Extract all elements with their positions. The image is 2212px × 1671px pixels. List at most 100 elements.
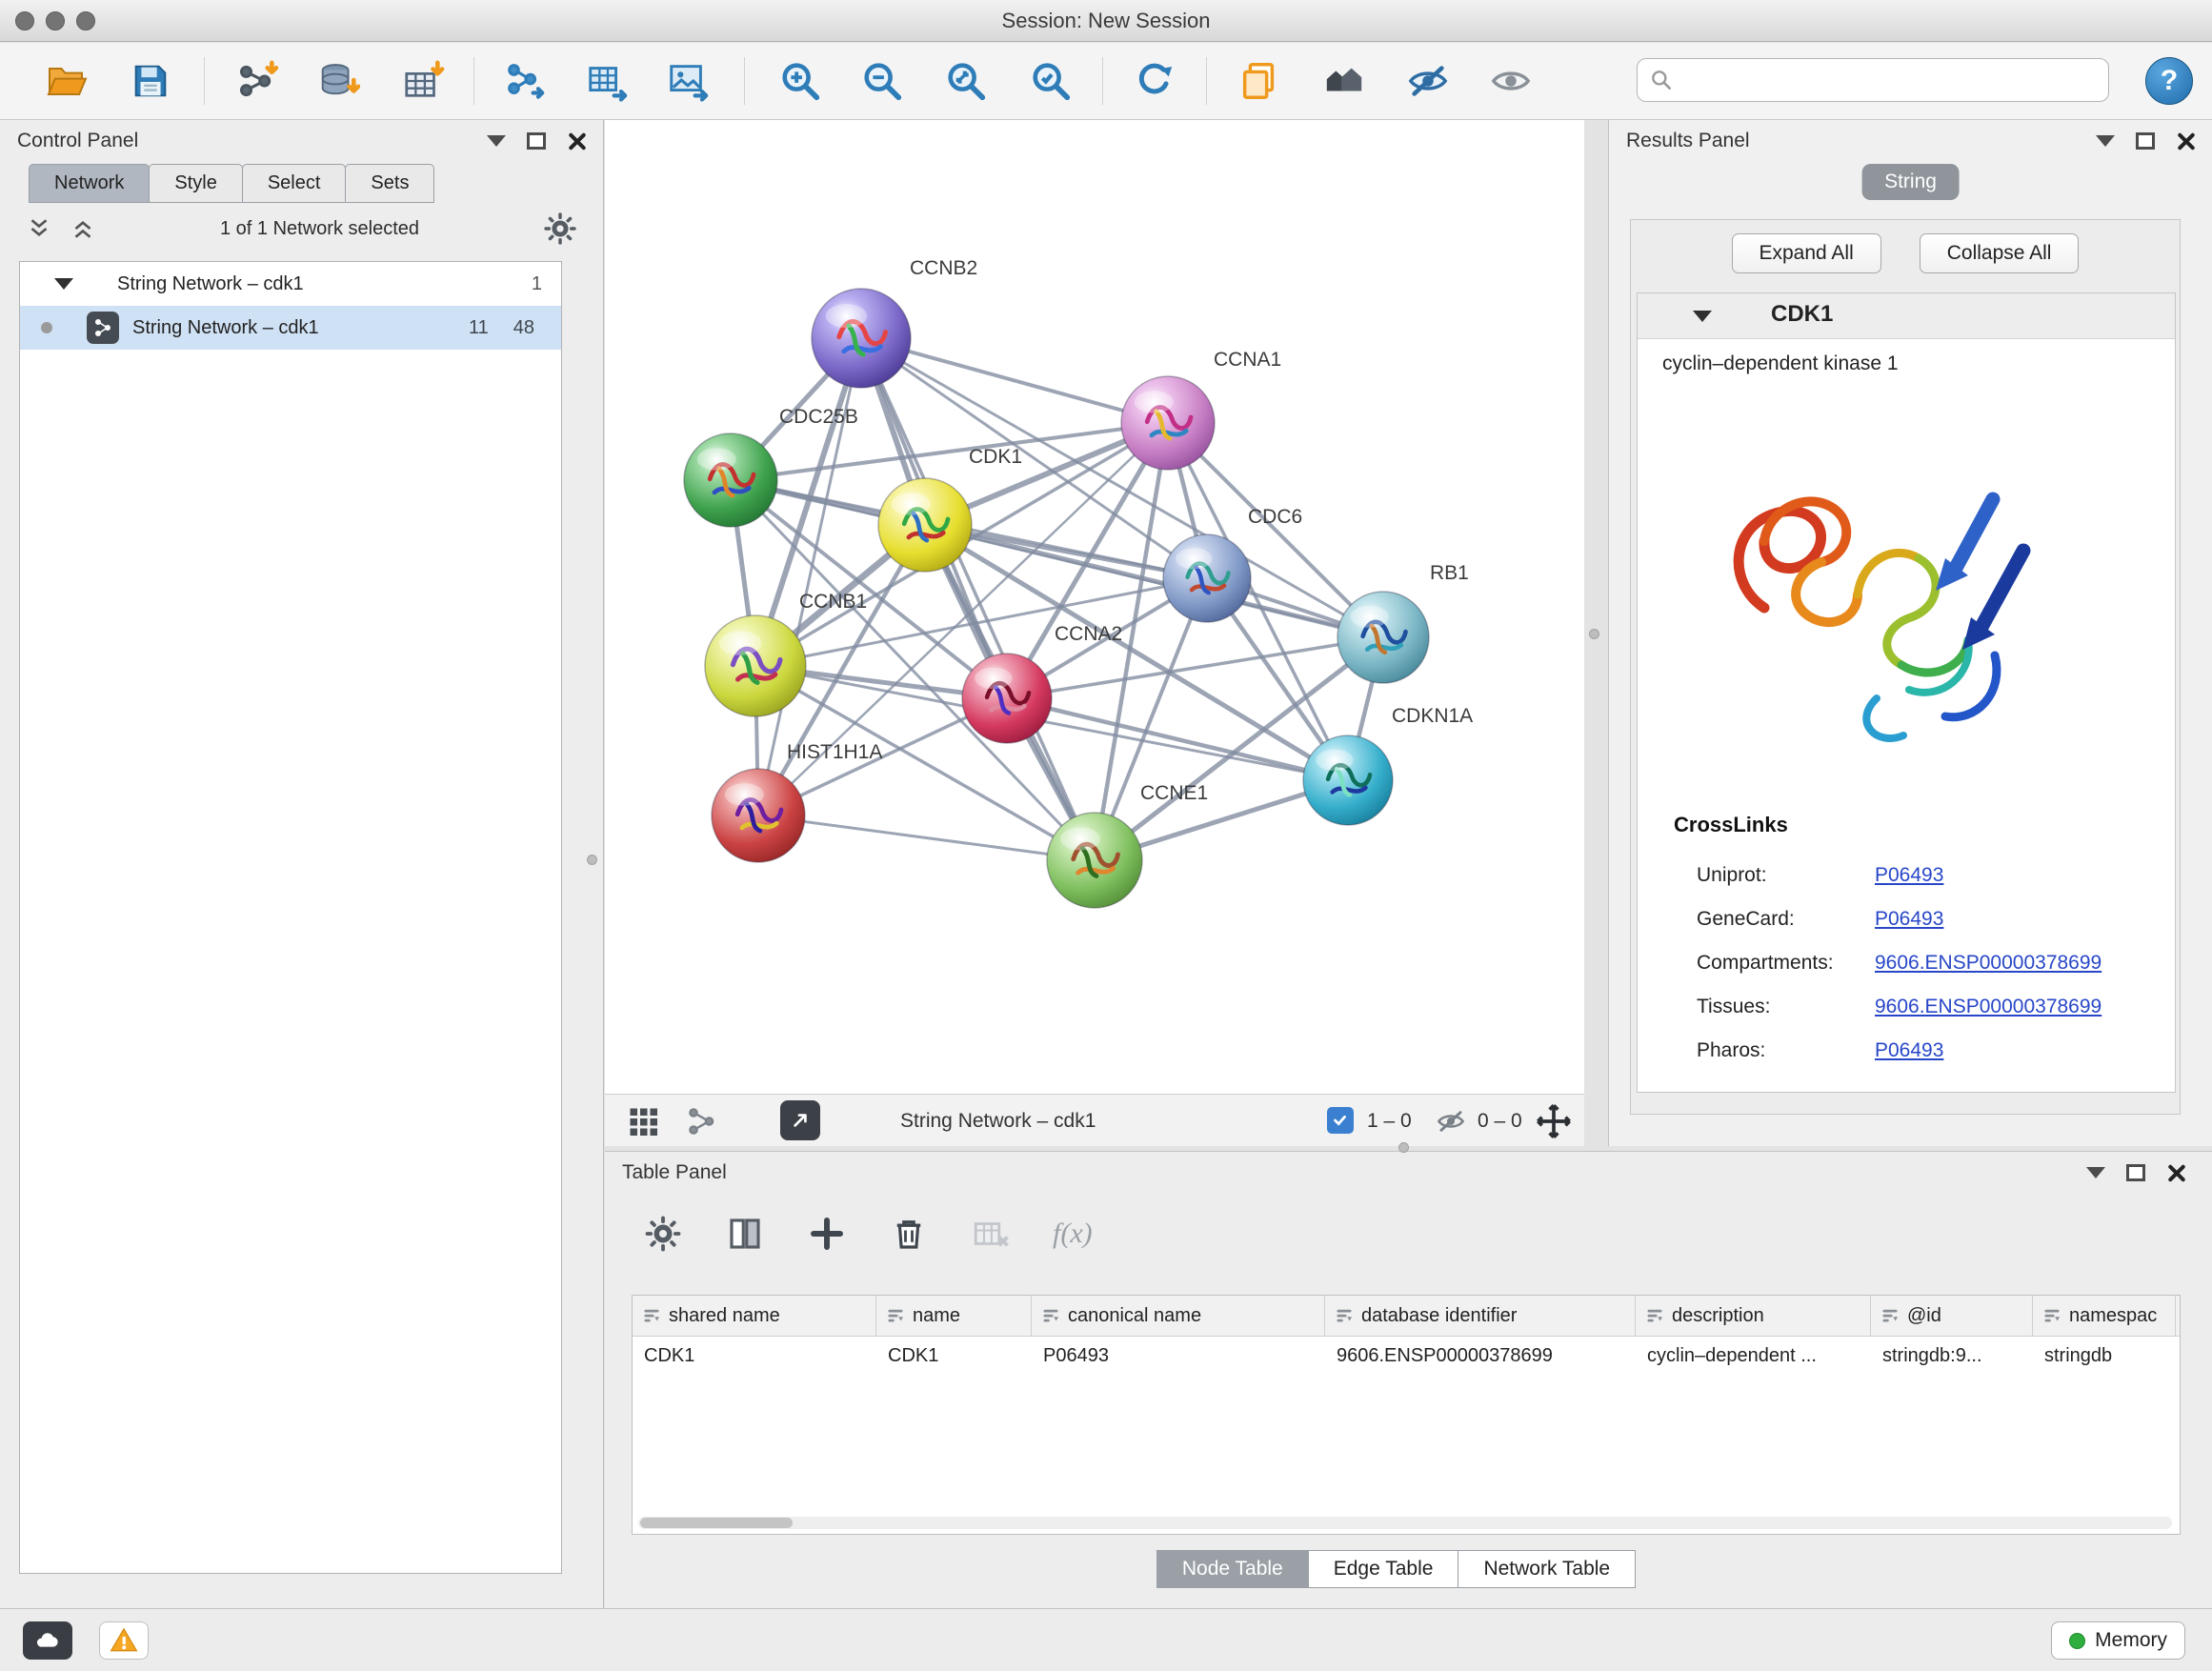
table-cell[interactable]: stringdb:9... — [1871, 1337, 2033, 1376]
panel-close-icon[interactable] — [567, 131, 586, 151]
import-network-from-file-button[interactable] — [231, 54, 284, 108]
search-input[interactable] — [1683, 69, 2097, 91]
show-columns-icon[interactable] — [725, 1214, 765, 1254]
toolbar-search — [1637, 58, 2109, 102]
panel-close-icon[interactable] — [2176, 131, 2195, 151]
delete-column-trash-icon[interactable] — [889, 1214, 929, 1254]
tab-network-table[interactable]: Network Table — [1458, 1550, 1636, 1588]
table-cell[interactable]: P06493 — [1032, 1337, 1325, 1376]
crosslink-link[interactable]: P06493 — [1875, 1039, 1943, 1062]
home-button[interactable] — [1317, 54, 1371, 108]
table-cell[interactable]: CDK1 — [633, 1337, 876, 1376]
show-all-button[interactable] — [1484, 54, 1538, 108]
network-edge[interactable] — [758, 815, 1095, 860]
table-cell[interactable]: stringdb — [2033, 1337, 2176, 1376]
refresh-view-button[interactable] — [1127, 54, 1180, 108]
panel-collapse-icon[interactable] — [2096, 135, 2115, 147]
network-node-ccne1[interactable] — [1047, 813, 1142, 908]
section-expand-icon[interactable] — [1693, 311, 1712, 322]
zoom-in-button[interactable] — [774, 54, 827, 108]
zoom-selected-button[interactable] — [1024, 54, 1077, 108]
tab-sets[interactable]: Sets — [345, 164, 434, 203]
import-network-from-database-button[interactable] — [312, 54, 365, 108]
export-image-button[interactable] — [661, 54, 714, 108]
tab-string[interactable]: String — [1861, 164, 1960, 200]
network-node-cdc6[interactable] — [1163, 534, 1251, 622]
zoom-out-button[interactable] — [855, 54, 909, 108]
crosslink-link[interactable]: P06493 — [1875, 908, 1943, 931]
column-header-description[interactable]: description — [1636, 1296, 1871, 1336]
panel-collapse-icon[interactable] — [487, 135, 506, 147]
column-header-name[interactable]: name — [876, 1296, 1032, 1336]
network-graph[interactable]: CCNB2CCNA1CDC25BCDK1CDC6RB1CCNB1CCNA2CDK… — [605, 120, 1584, 1094]
table-row[interactable]: CDK1CDK1P064939606.ENSP00000378699cyclin… — [633, 1337, 2180, 1376]
crosslink-link[interactable]: 9606.ENSP00000378699 — [1875, 952, 2101, 975]
export-table-button[interactable] — [580, 54, 633, 108]
panel-float-icon[interactable] — [2126, 1164, 2145, 1181]
tab-edge-table[interactable]: Edge Table — [1308, 1550, 1459, 1588]
collapse-all-icon[interactable] — [69, 214, 97, 243]
selected-checkbox-icon[interactable] — [1327, 1107, 1354, 1134]
import-table-from-file-button[interactable] — [396, 54, 450, 108]
expand-all-icon[interactable] — [25, 214, 53, 243]
zoom-fit-button[interactable] — [939, 54, 993, 108]
network-node-hist1h1a[interactable] — [712, 769, 805, 862]
network-edge[interactable] — [861, 338, 1095, 860]
detach-view-button[interactable] — [780, 1100, 820, 1140]
warnings-button[interactable] — [99, 1621, 149, 1660]
vertical-splitter-handle[interactable] — [587, 855, 597, 865]
memory-button[interactable]: Memory — [2051, 1621, 2185, 1660]
panel-collapse-icon[interactable] — [2086, 1167, 2105, 1178]
tree-expand-icon[interactable] — [54, 278, 73, 290]
column-header-canonical-name[interactable]: canonical name — [1032, 1296, 1325, 1336]
add-column-icon[interactable] — [807, 1214, 847, 1254]
pan-mode-button[interactable] — [1535, 1102, 1573, 1146]
tab-style[interactable]: Style — [149, 164, 242, 203]
network-node-ccnb1[interactable] — [705, 615, 806, 716]
column-header-shared-name[interactable]: shared name — [633, 1296, 876, 1336]
table-cell[interactable]: CDK1 — [876, 1337, 1032, 1376]
copy-button[interactable] — [1233, 54, 1286, 108]
network-node-rb1[interactable] — [1337, 592, 1429, 683]
open-session-button[interactable] — [40, 54, 93, 108]
network-row-selected[interactable]: String Network – cdk1 11 48 — [20, 306, 561, 350]
column-header-database-identifier[interactable]: database identifier — [1325, 1296, 1636, 1336]
gear-icon[interactable] — [542, 211, 578, 247]
table-cell[interactable]: 9606.ENSP00000378699 — [1325, 1337, 1636, 1376]
network-collection-row[interactable]: String Network – cdk1 1 — [20, 262, 561, 306]
scrollbar-thumb[interactable] — [640, 1518, 793, 1528]
table-cell[interactable]: cyclin–dependent ... — [1636, 1337, 1871, 1376]
network-view-canvas[interactable]: CCNB2CCNA1CDC25BCDK1CDC6RB1CCNB1CCNA2CDK… — [605, 120, 1584, 1094]
hide-selected-button[interactable] — [1401, 54, 1455, 108]
save-session-button[interactable] — [124, 54, 177, 108]
panel-float-icon[interactable] — [2136, 132, 2155, 150]
vertical-splitter-handle[interactable] — [1589, 629, 1599, 639]
panel-close-icon[interactable] — [2166, 1163, 2185, 1182]
birds-eye-view-button[interactable] — [626, 1104, 660, 1144]
table-horizontal-scrollbar[interactable] — [638, 1517, 2172, 1529]
network-node-ccnb2[interactable] — [812, 289, 911, 388]
tab-network[interactable]: Network — [29, 164, 150, 203]
horizontal-splitter-handle[interactable] — [1398, 1142, 1409, 1153]
tab-select[interactable]: Select — [242, 164, 347, 203]
network-node-ccna2[interactable] — [962, 654, 1052, 743]
crosslink-link[interactable]: P06493 — [1875, 864, 1943, 887]
gene-section-header[interactable]: CDK1 — [1638, 293, 2175, 339]
crosslink-link[interactable]: 9606.ENSP00000378699 — [1875, 996, 2101, 1018]
panel-float-icon[interactable] — [527, 132, 546, 150]
column-header-@id[interactable]: @id — [1871, 1296, 2033, 1336]
network-node-ccna1[interactable] — [1121, 376, 1215, 470]
network-node-cdc25b[interactable] — [684, 433, 777, 527]
network-node-cdkn1a[interactable] — [1303, 735, 1393, 825]
function-builder-button[interactable]: f(x) — [1053, 1218, 1093, 1250]
tab-node-table[interactable]: Node Table — [1156, 1550, 1309, 1588]
network-node-cdk1[interactable] — [878, 478, 972, 572]
help-button[interactable]: ? — [2145, 57, 2193, 105]
table-settings-gear-icon[interactable] — [643, 1214, 683, 1254]
export-network-button[interactable] — [498, 54, 552, 108]
column-header-namespac[interactable]: namespac — [2033, 1296, 2176, 1336]
collapse-all-button[interactable]: Collapse All — [1920, 233, 2080, 273]
cloud-button[interactable] — [23, 1621, 72, 1660]
network-share-button[interactable] — [685, 1104, 719, 1144]
expand-all-button[interactable]: Expand All — [1732, 233, 1881, 273]
